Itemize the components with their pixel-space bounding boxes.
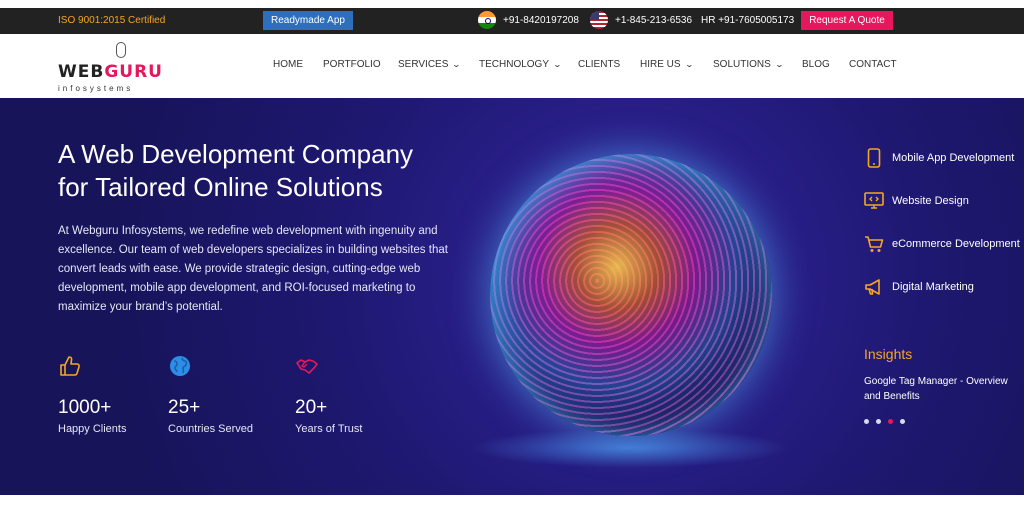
india-flag-icon [478,11,496,29]
stat-label: Countries Served [168,423,253,435]
carousel-dot[interactable] [876,419,881,424]
megaphone-icon [864,277,884,297]
phone-hr[interactable]: HR +91-7605005173 [701,15,794,26]
nav-portfolio[interactable]: PORTFOLIO [323,59,381,70]
stat-number: 1000+ [58,397,112,418]
carousel-dot[interactable] [900,419,905,424]
stat-years-of-trust: 20+ Years of Trust [295,354,362,435]
globe-icon [170,356,190,376]
service-ecommerce[interactable]: eCommerce Development [864,234,1020,254]
nav-solutions[interactable]: SOLUTIONS ⌄ [713,59,784,70]
service-mobile-app[interactable]: Mobile App Development [864,148,1014,168]
phone-us[interactable]: +1-845-213-6536 [615,15,692,26]
service-website-design[interactable]: Website Design [864,191,969,211]
stat-label: Years of Trust [295,423,363,435]
carousel-dot-active[interactable] [888,419,893,424]
nav-services[interactable]: SERVICES ⌄ [398,59,462,70]
nav-clients[interactable]: CLIENTS [578,59,620,70]
chevron-down-icon: ⌄ [684,60,694,69]
insight-article-link[interactable]: Google Tag Manager - Overview and Benefi… [864,374,1019,404]
request-quote-button[interactable]: Request A Quote [801,11,893,30]
nav-contact[interactable]: CONTACT [849,59,897,70]
stat-number: 20+ [295,397,328,418]
hero-banner: A Web Development Company for Tailored O… [0,98,1024,495]
top-bar: ISO 9001:2015 Certified Readymade App +9… [0,8,1024,34]
thumbs-up-icon [60,356,80,376]
insights-heading: Insights [864,346,913,362]
service-digital-marketing[interactable]: Digital Marketing [864,277,974,297]
mouse-icon [116,42,126,58]
carousel-dot[interactable] [864,419,869,424]
webguru-logo[interactable]: WEBGURU infosystems [56,40,174,94]
header: WEBGURU infosystems HOME PORTFOLIO SERVI… [0,34,1024,98]
mobile-icon [864,148,884,168]
stat-countries-served: 25+ Countries Served [168,354,253,435]
stat-number: 25+ [168,397,201,418]
hero-title: A Web Development Company for Tailored O… [58,139,414,202]
us-flag-icon [590,11,608,29]
nav-home[interactable]: HOME [273,59,303,70]
handshake-icon [296,359,318,374]
logo-wordmark: WEBGURU [58,62,163,82]
carousel-dots [864,419,905,424]
stat-happy-clients: 1000+ Happy Clients [58,354,126,435]
cart-icon [864,234,884,254]
hero-description: At Webguru Infosystems, we redefine web … [58,225,448,313]
monitor-code-icon [864,191,884,211]
phone-india[interactable]: +91-8420197208 [503,15,579,26]
nav-technology[interactable]: TECHNOLOGY ⌄ [479,59,563,70]
stat-label: Happy Clients [58,423,127,435]
nav-blog[interactable]: BLOG [802,59,830,70]
iso-certification: ISO 9001:2015 Certified [58,15,166,26]
chevron-down-icon: ⌄ [452,60,462,69]
nav-hire-us[interactable]: HIRE US ⌄ [640,59,694,70]
chevron-down-icon: ⌄ [552,60,563,69]
chevron-down-icon: ⌄ [774,60,784,69]
neon-sphere-image [490,154,772,436]
logo-subtitle: infosystems [58,84,134,93]
readymade-app-button[interactable]: Readymade App [263,11,353,30]
